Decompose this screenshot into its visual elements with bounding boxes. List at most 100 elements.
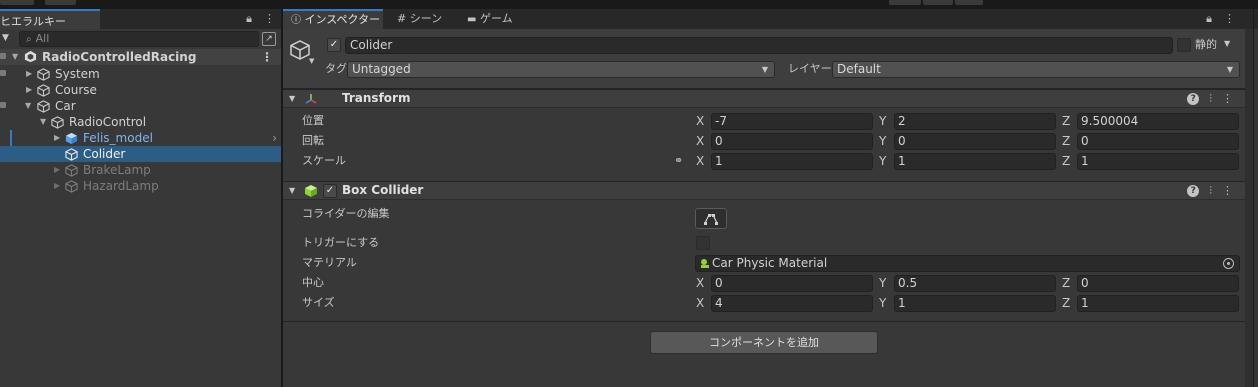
- hierarchy-item-brakelamp[interactable]: ▶ BrakeLamp: [0, 162, 281, 178]
- axis-y-label[interactable]: Y: [879, 153, 886, 169]
- inspector-panel: ⓘ インスペクター # シーン ▬ ゲーム 🔒︎ ⋮ ▼ ✓ Colider 静…: [283, 9, 1245, 387]
- hierarchy-item-colider[interactable]: Colider: [0, 146, 281, 162]
- is-trigger-checkbox[interactable]: [696, 236, 710, 250]
- size-x-field[interactable]: 4: [711, 295, 873, 312]
- center-x-field[interactable]: 0: [711, 275, 873, 292]
- edit-collider-button[interactable]: [695, 208, 727, 229]
- gameobject-cube-icon: [65, 148, 78, 161]
- add-component-button[interactable]: コンポーネントを追加: [650, 331, 878, 354]
- object-picker-icon[interactable]: [1223, 258, 1234, 269]
- axis-z-label[interactable]: Z: [1062, 153, 1070, 169]
- position-x-field[interactable]: -7: [711, 113, 873, 130]
- axis-x-label[interactable]: X: [696, 275, 704, 291]
- axis-z-label[interactable]: Z: [1062, 275, 1070, 291]
- lock-icon[interactable]: 🔒︎: [1206, 12, 1212, 26]
- axis-y-label[interactable]: Y: [879, 295, 886, 311]
- axis-z-label[interactable]: Z: [1062, 295, 1070, 311]
- rotation-z-field[interactable]: 0: [1077, 133, 1239, 150]
- tag-dropdown[interactable]: Untagged ▼: [347, 61, 775, 78]
- box-collider-icon: [305, 185, 317, 197]
- hierarchy-item-hazardlamp[interactable]: ▶ HazardLamp: [0, 178, 281, 194]
- scale-x-field[interactable]: 1: [711, 153, 873, 170]
- gameobject-cube-icon: [37, 68, 50, 81]
- position-z-field[interactable]: 9.500004: [1077, 113, 1239, 130]
- edit-collider-icon: [704, 214, 718, 225]
- hierarchy-search-input[interactable]: ⌕ All: [19, 31, 259, 47]
- inspector-scrollbar[interactable]: [1245, 29, 1253, 387]
- kebab-menu-icon[interactable]: ⋮: [261, 49, 273, 65]
- hierarchy-item-felis-model[interactable]: ▶ Felis_model ›: [0, 130, 281, 146]
- position-y-field[interactable]: 2: [894, 113, 1056, 130]
- fold-arrow-icon[interactable]: ▶: [26, 82, 32, 98]
- fold-arrow-icon[interactable]: ▼: [40, 114, 46, 130]
- object-name-field[interactable]: Colider: [345, 37, 1173, 54]
- scale-y-field[interactable]: 1: [894, 153, 1056, 170]
- axis-y-label[interactable]: Y: [879, 133, 886, 149]
- center-y-field[interactable]: 0.5: [894, 275, 1056, 292]
- static-dropdown-arrow-icon[interactable]: ▼: [1224, 39, 1230, 48]
- hierarchy-item-car[interactable]: ▼ Car: [0, 98, 281, 114]
- size-y-field[interactable]: 1: [894, 295, 1056, 312]
- tab-game[interactable]: ▬ ゲーム: [459, 9, 539, 29]
- fold-arrow-icon[interactable]: ▶: [26, 66, 32, 82]
- search-filter-button[interactable]: ↗: [262, 32, 276, 46]
- create-dropdown-arrow-icon[interactable]: ▼: [2, 33, 9, 43]
- fold-arrow-icon[interactable]: ▼: [12, 49, 18, 65]
- physic-material-icon: [701, 259, 709, 268]
- axis-y-label[interactable]: Y: [879, 275, 886, 291]
- axis-z-label[interactable]: Z: [1062, 113, 1070, 129]
- axis-z-label[interactable]: Z: [1062, 133, 1070, 149]
- rotation-y-field[interactable]: 0: [894, 133, 1056, 150]
- kebab-menu-icon[interactable]: ⋮: [1222, 182, 1233, 199]
- scale-z-field[interactable]: 1: [1077, 153, 1239, 170]
- rotation-x-field[interactable]: 0: [711, 133, 873, 150]
- tab-scene[interactable]: # シーン: [389, 9, 457, 29]
- axis-x-label[interactable]: X: [696, 153, 704, 169]
- transform-header[interactable]: ▼ Transform ? ⫶ ⋮: [283, 89, 1245, 108]
- kebab-menu-icon[interactable]: ⋮: [1222, 90, 1233, 107]
- preset-icon[interactable]: ⫶: [1209, 182, 1212, 199]
- info-icon: ⓘ: [291, 15, 301, 26]
- help-icon[interactable]: ?: [1187, 185, 1200, 197]
- fold-arrow-icon[interactable]: ▶: [54, 178, 60, 194]
- fold-arrow-icon[interactable]: ▶: [54, 130, 60, 146]
- fold-arrow-icon[interactable]: ▶: [54, 162, 60, 178]
- tag-value: Untagged: [352, 62, 411, 76]
- lock-icon[interactable]: 🔒︎: [246, 12, 252, 26]
- preset-icon[interactable]: ⫶: [1209, 90, 1212, 107]
- size-z-field[interactable]: 1: [1077, 295, 1239, 312]
- chevron-right-icon[interactable]: ›: [272, 130, 277, 146]
- fold-arrow-icon[interactable]: ▼: [25, 98, 31, 114]
- chevron-down-icon: ▼: [761, 65, 768, 74]
- scene-name: RadioControlledRacing: [42, 50, 197, 64]
- axis-x-label[interactable]: X: [696, 295, 704, 311]
- center-z-field[interactable]: 0: [1077, 275, 1239, 292]
- inspector-tabbar: ⓘ インスペクター # シーン ▬ ゲーム 🔒︎ ⋮: [283, 9, 1245, 29]
- fold-arrow-icon[interactable]: ▼: [289, 90, 295, 107]
- icon-dropdown-arrow-icon[interactable]: ▼: [309, 57, 314, 65]
- hierarchy-item-label: HazardLamp: [83, 179, 159, 193]
- box-collider-enabled-checkbox[interactable]: ✓: [323, 184, 337, 198]
- box-collider-header[interactable]: ▼ ✓ Box Collider ? ⫶ ⋮: [283, 181, 1245, 200]
- axis-x-label[interactable]: X: [696, 133, 704, 149]
- layer-dropdown[interactable]: Default ▼: [832, 61, 1240, 78]
- material-field[interactable]: Car Physic Material: [695, 255, 1240, 272]
- axis-y-label[interactable]: Y: [879, 113, 886, 129]
- link-icon[interactable]: ⚭: [674, 154, 683, 167]
- axis-x-label[interactable]: X: [696, 113, 704, 129]
- help-icon[interactable]: ?: [1187, 93, 1200, 105]
- static-checkbox[interactable]: [1177, 38, 1191, 52]
- fold-arrow-icon[interactable]: ▼: [289, 182, 295, 199]
- active-checkbox[interactable]: ✓: [327, 38, 341, 52]
- tab-inspector[interactable]: ⓘ インスペクター: [283, 9, 383, 29]
- search-placeholder: All: [35, 32, 50, 45]
- edit-collider-label: コライダーの編集: [302, 207, 390, 220]
- box-collider-title: Box Collider: [342, 183, 424, 197]
- scene-row[interactable]: ▼ RadioControlledRacing ⋮: [0, 49, 281, 65]
- hierarchy-item-radiocontrol[interactable]: ▼ RadioControl: [0, 114, 281, 130]
- hierarchy-item-system[interactable]: ▶ System: [0, 66, 281, 82]
- kebab-menu-icon[interactable]: ⋮: [1224, 12, 1235, 26]
- tab-hierarchy[interactable]: ヒエラルキー: [0, 9, 100, 29]
- hierarchy-item-course[interactable]: ▶ Course: [0, 82, 281, 98]
- kebab-menu-icon[interactable]: ⋮: [264, 12, 275, 26]
